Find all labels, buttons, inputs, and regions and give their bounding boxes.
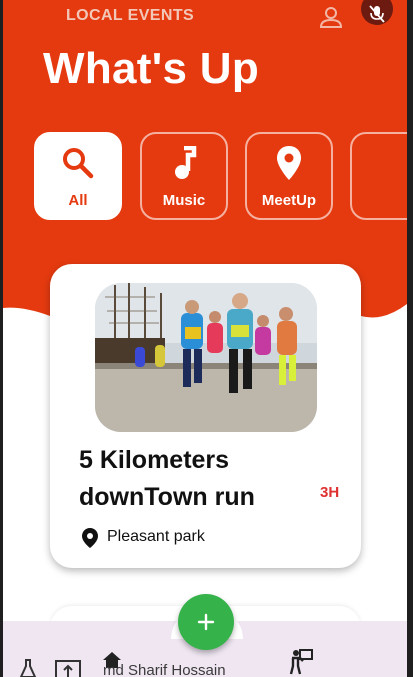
user-name: md Sharif Hossain	[103, 662, 226, 677]
top-bar: LOCAL EVENTS	[3, 0, 407, 34]
person-teaching-icon[interactable]	[289, 649, 313, 675]
add-event-button[interactable]	[178, 594, 234, 650]
category-label: All	[68, 192, 88, 209]
flask-icon[interactable]	[19, 659, 37, 677]
location-pin-icon	[82, 528, 98, 548]
upload-icon[interactable]	[55, 659, 81, 677]
page-title: What's Up	[43, 44, 260, 93]
category-meetup[interactable]: MeetUp	[245, 132, 333, 220]
app-label: LOCAL EVENTS	[66, 7, 195, 24]
category-music[interactable]: Music	[140, 132, 228, 220]
category-all[interactable]: All	[34, 132, 122, 220]
event-photo-image	[95, 283, 317, 432]
search-icon	[63, 148, 94, 179]
category-filter-row: All Music MeetUp	[34, 132, 407, 222]
mic-off-icon	[369, 5, 385, 23]
category-partial[interactable]	[350, 132, 407, 220]
app-screen: LOCAL EVENTS What's Up All Music MeetUp …	[3, 0, 407, 677]
plus-icon	[197, 613, 215, 631]
music-note-icon	[175, 146, 197, 179]
user-account-icon[interactable]	[318, 4, 344, 30]
category-label: Music	[162, 192, 206, 209]
mic-off-button[interactable]	[361, 0, 393, 25]
event-location: Pleasant park	[107, 528, 205, 545]
location-pin-icon	[277, 146, 301, 180]
event-time-ago: 3H	[320, 484, 340, 501]
event-card[interactable]: 5 Kilometers downTown run 3H Pleasant pa…	[50, 264, 361, 568]
category-label: MeetUp	[261, 192, 317, 209]
event-title: 5 Kilometers downTown run	[79, 446, 255, 511]
